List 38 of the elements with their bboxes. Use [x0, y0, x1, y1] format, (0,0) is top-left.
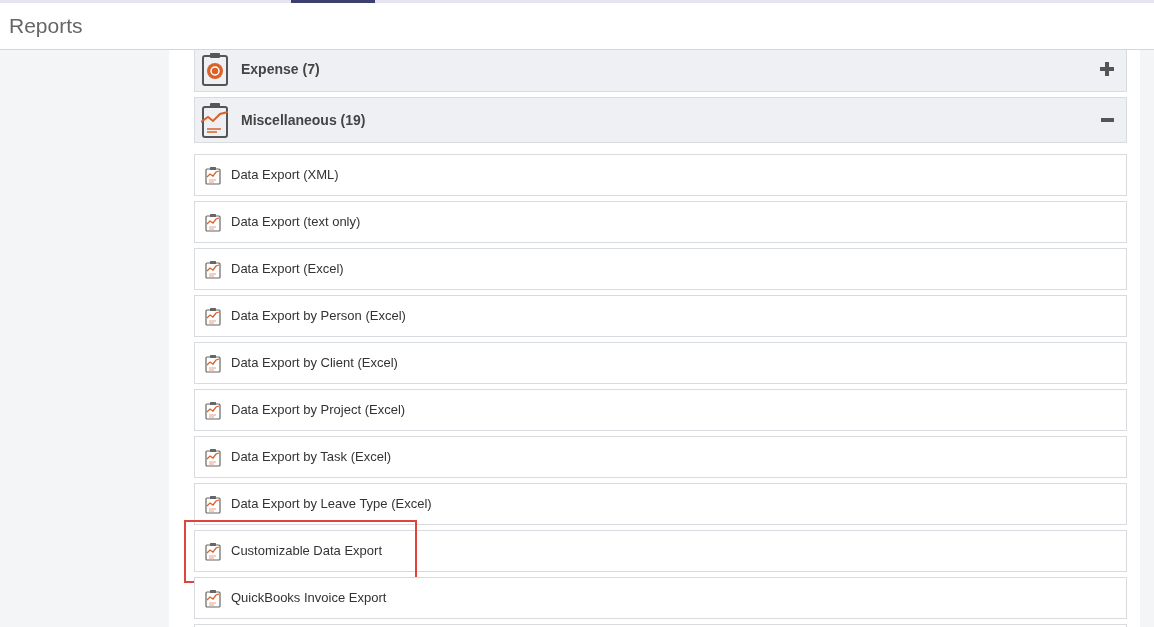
clipboard-chart-icon: [205, 306, 221, 326]
report-title: Data Export (text only): [231, 213, 361, 232]
clipboard-chart-icon: [205, 588, 221, 608]
report-item[interactable]: Data Export (Excel): [194, 248, 1127, 290]
report-item[interactable]: Data Export by Leave Type (Excel): [194, 483, 1127, 525]
clipboard-chart-icon: [205, 541, 221, 561]
report-item[interactable]: Data Export by Person (Excel): [194, 295, 1127, 337]
report-title: Data Export by Task (Excel): [231, 448, 392, 467]
report-item[interactable]: Data Export (text only): [194, 201, 1127, 243]
report-title: QuickBooks Invoice Export: [231, 589, 387, 608]
report-title: Customizable Data Export: [231, 542, 382, 561]
clipboard-chart-icon: [201, 102, 229, 138]
report-title: Data Export (Excel): [231, 260, 344, 279]
report-item[interactable]: Customizable Data Export: [194, 530, 1127, 572]
clipboard-chart-icon: [205, 165, 221, 185]
clipboard-gear-icon: [201, 52, 229, 86]
report-item[interactable]: Data Export by Client (Excel): [194, 342, 1127, 384]
category-title: Expense (7): [241, 59, 321, 79]
report-title: Data Export by Leave Type (Excel): [231, 495, 432, 514]
page-title: Reports: [9, 13, 83, 40]
category-header[interactable]: Expense (7): [194, 50, 1127, 92]
clipboard-chart-icon: [205, 353, 221, 373]
report-title: Data Export by Client (Excel): [231, 354, 398, 373]
clipboard-chart-icon: [205, 259, 221, 279]
report-item[interactable]: Data Export by Task (Excel): [194, 436, 1127, 478]
clipboard-chart-icon: [205, 494, 221, 514]
clipboard-chart-icon: [205, 447, 221, 467]
report-title: Data Export by Project (Excel): [231, 401, 406, 420]
category-title: Miscellaneous (19): [241, 110, 367, 130]
category-header[interactable]: Miscellaneous (19): [194, 97, 1127, 143]
expand-icon[interactable]: [1100, 62, 1114, 76]
report-item[interactable]: Data Export by Project (Excel): [194, 389, 1127, 431]
report-item[interactable]: Data Export (XML): [194, 154, 1127, 196]
clipboard-chart-icon: [205, 212, 221, 232]
clipboard-chart-icon: [205, 400, 221, 420]
report-title: Data Export (XML): [231, 166, 339, 185]
report-item[interactable]: QuickBooks Invoice Export: [194, 577, 1127, 619]
report-title: Data Export by Person (Excel): [231, 307, 406, 326]
